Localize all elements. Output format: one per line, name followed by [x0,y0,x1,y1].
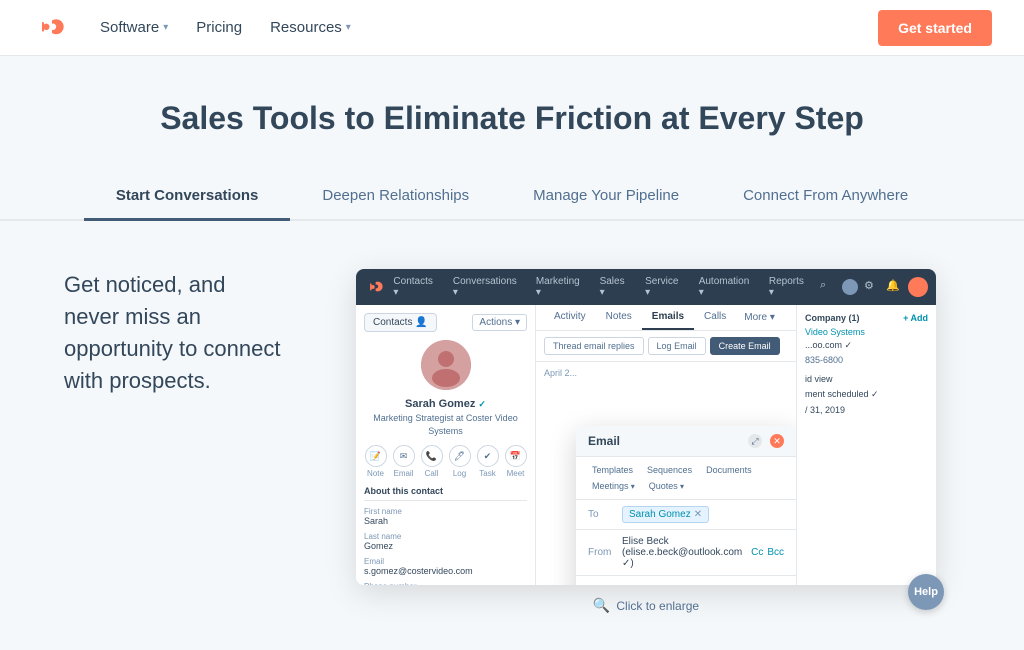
enlarge-icon: 🔍 [593,597,610,614]
contacts-badge[interactable]: Contacts 👤 [364,313,437,332]
crm-bell-icon[interactable]: 🔔 [886,279,902,295]
email-modal-title: Email [588,434,620,448]
contact-action-icons: 📝 Note ✉ Email 📞 Call 🖊 [364,445,527,478]
crm-nav-right: ⌕ ⚙ 🔔 [820,277,928,297]
documents-tool[interactable]: Documents [700,463,758,477]
crm-main-panel: Activity Notes Emails Calls More ▾ Threa… [536,305,796,585]
action-log[interactable]: 🖊 Log [449,445,471,478]
crm-tab-activity[interactable]: Activity [544,305,596,330]
crm-tab-calls[interactable]: Calls [694,305,736,330]
tab-connect-anywhere[interactable]: Connect From Anywhere [711,173,940,221]
meetings-tool[interactable]: Meetings [586,479,641,493]
action-task[interactable]: ✔ Task [477,445,499,478]
nav-resources[interactable]: Resources ▾ [258,11,363,44]
email-to-tag: Sarah Gomez ✕ [622,506,709,523]
quotes-tool[interactable]: Quotes [643,479,690,493]
action-note[interactable]: 📝 Note [365,445,387,478]
crm-sidebar-header: Contacts 👤 Actions ▾ [364,313,527,332]
activity-item-3: / 31, 2019 [805,404,928,417]
tab-start-conversations[interactable]: Start Conversations [84,173,291,221]
remove-recipient-button[interactable]: ✕ [694,509,702,520]
field-lastname: Last name Gomez [364,532,527,551]
thread-email-btn[interactable]: Thread email replies [544,337,644,355]
screenshot-container: Contacts ▾ Conversations ▾ Marketing ▾ S… [332,269,960,626]
software-chevron-icon: ▾ [163,22,168,33]
crm-notifications-icon[interactable] [842,279,858,295]
hero-section: Sales Tools to Eliminate Friction at Eve… [0,56,1024,137]
field-email: Email s.gomez@costervideo.com [364,557,527,576]
action-meet[interactable]: 📅 Meet [505,445,527,478]
company-section: Company (1) + Add Video Systems ...oo.co… [805,313,928,365]
email-modal: Email ⤢ ✕ Templates Sequences Docu [576,426,796,585]
sequences-tool[interactable]: Sequences [641,463,698,477]
crm-navbar: Contacts ▾ Conversations ▾ Marketing ▾ S… [356,269,936,305]
email-cc-bcc: Cc Bcc [751,547,784,558]
crm-nav-items: Contacts ▾ Conversations ▾ Marketing ▾ S… [387,272,816,302]
get-started-button[interactable]: Get started [878,10,992,46]
add-company-button[interactable]: + Add [903,313,928,323]
company-header: Company (1) + Add [805,313,928,323]
crm-nav-contacts[interactable]: Contacts ▾ [387,272,444,302]
email-modal-controls: ⤢ ✕ [748,434,784,448]
nav-software[interactable]: Software ▾ [88,11,180,44]
navbar: Software ▾ Pricing Resources ▾ Get start… [0,0,1024,56]
crm-email-toolbar: Thread email replies Log Email Create Em… [536,331,796,362]
log-email-btn[interactable]: Log Email [648,337,706,355]
email-to-field: To Sarah Gomez ✕ [576,500,796,530]
activity-section: id view ment scheduled ✓ / 31, 2019 [805,373,928,417]
contact-avatar [421,340,471,390]
expand-modal-button[interactable]: ⤢ [748,434,762,448]
content-area: Get noticed, and never miss an opportuni… [0,221,1024,650]
email-subject-field [576,576,796,585]
tab-manage-pipeline[interactable]: Manage Your Pipeline [501,173,711,221]
crm-nav-service[interactable]: Service ▾ [639,272,691,302]
email-modal-toolbar: Templates Sequences Documents Meetings Q… [576,457,796,500]
activity-item-1: id view [805,373,928,386]
crm-search-icon[interactable]: ⌕ [820,279,836,295]
field-phone: Phone number (877) 929-0687 [364,582,527,585]
content-description: Get noticed, and never miss an opportuni… [64,269,284,397]
activity-item-2: ment scheduled ✓ [805,388,928,401]
action-email[interactable]: ✉ Email [393,445,415,478]
contact-name: Sarah Gomez ✓ [364,398,527,410]
crm-tab-emails[interactable]: Emails [642,305,694,330]
enlarge-link[interactable]: 🔍 Click to enlarge [332,585,960,626]
company-phone: 835-6800 [805,355,928,365]
crm-nav-conversations[interactable]: Conversations ▾ [447,272,528,302]
hubspot-logo[interactable] [32,12,64,44]
crm-activity-tabs: Activity Notes Emails Calls More ▾ [536,305,796,331]
contact-title: Marketing Strategist at Coster Video Sys… [364,412,527,437]
crm-settings-icon[interactable]: ⚙ [864,279,880,295]
action-call[interactable]: 📞 Call [421,445,443,478]
crm-user-avatar[interactable] [908,277,928,297]
email-from-field: From Elise Beck (elise.e.beck@outlook.co… [576,530,796,576]
crm-nav-reports[interactable]: Reports ▾ [763,272,816,302]
crm-sidebar: Contacts 👤 Actions ▾ Sarah Gomez ✓ [356,305,536,585]
nav-links: Software ▾ Pricing Resources ▾ [88,11,878,44]
actions-button[interactable]: Actions ▾ [472,314,527,331]
nav-pricing[interactable]: Pricing [184,11,254,44]
email-modal-header: Email ⤢ ✕ [576,426,796,457]
crm-right-panel: Company (1) + Add Video Systems ...oo.co… [796,305,936,585]
crm-screenshot: Contacts ▾ Conversations ▾ Marketing ▾ S… [356,269,936,585]
cc-link[interactable]: Cc [751,547,763,558]
templates-tool[interactable]: Templates [586,463,639,477]
crm-tab-more[interactable]: More ▾ [736,305,783,330]
crm-nav-automation[interactable]: Automation ▾ [693,272,761,302]
company-name[interactable]: Video Systems [805,327,928,337]
crm-nav-marketing[interactable]: Marketing ▾ [530,272,592,302]
email-modal-overlay: Email ⤢ ✕ Templates Sequences Docu [576,410,796,585]
bcc-link[interactable]: Bcc [767,547,784,558]
create-email-btn[interactable]: Create Email [710,337,780,355]
crm-nav-sales[interactable]: Sales ▾ [594,272,638,302]
close-modal-button[interactable]: ✕ [770,434,784,448]
crm-body: Contacts 👤 Actions ▾ Sarah Gomez ✓ [356,305,936,585]
about-section-title: About this contact [364,486,527,501]
feature-tabs: Start Conversations Deepen Relationships… [0,173,1024,221]
page-title: Sales Tools to Eliminate Friction at Eve… [32,100,992,137]
resources-chevron-icon: ▾ [346,22,351,33]
field-firstname: First name Sarah [364,507,527,526]
crm-tab-notes[interactable]: Notes [596,305,642,330]
tab-deepen-relationships[interactable]: Deepen Relationships [290,173,501,221]
